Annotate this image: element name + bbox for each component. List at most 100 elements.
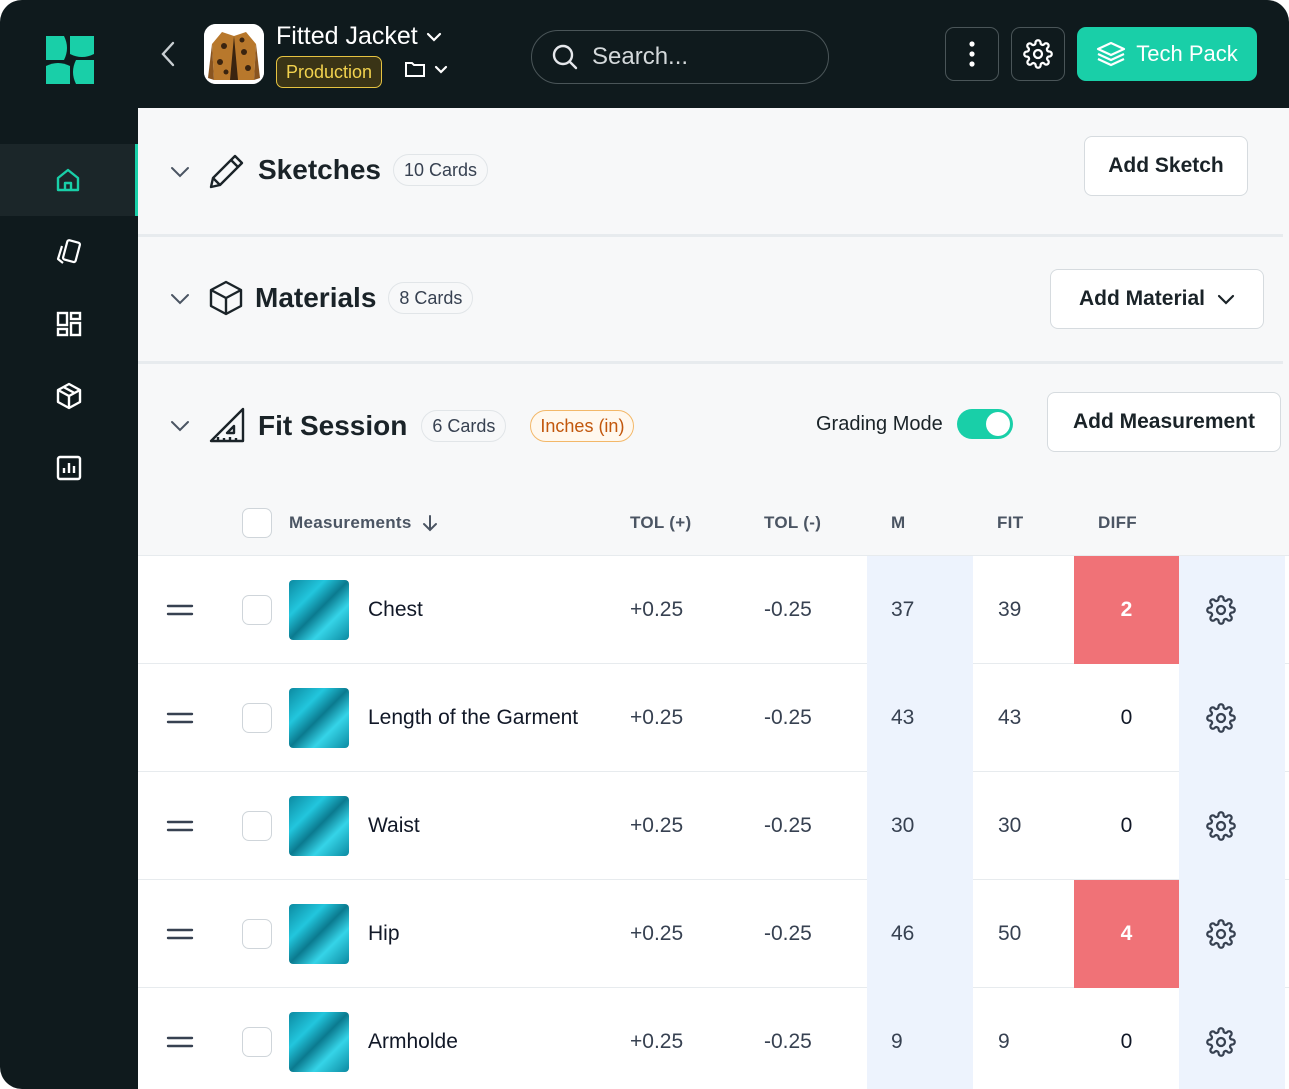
- tol-minus-value[interactable]: -0.25: [764, 664, 812, 772]
- tol-minus-value[interactable]: -0.25: [764, 556, 812, 664]
- sidebar-item-dashboard[interactable]: [0, 288, 138, 360]
- back-button[interactable]: [156, 40, 180, 68]
- drag-handle[interactable]: [166, 988, 194, 1089]
- m-value[interactable]: 9: [891, 988, 903, 1089]
- drag-handle-icon: [166, 604, 194, 616]
- table-row[interactable]: Hip +0.25 -0.25 46 50 4: [138, 880, 1289, 988]
- diff-value: 4: [1074, 880, 1179, 988]
- diff-value: 2: [1074, 556, 1179, 664]
- row-checkbox[interactable]: [242, 919, 272, 949]
- drag-handle-icon: [166, 1036, 194, 1048]
- tol-plus-value[interactable]: +0.25: [630, 772, 683, 880]
- add-measurement-label: Add Measurement: [1072, 410, 1256, 433]
- add-sketch-label: Add Sketch: [1108, 154, 1224, 177]
- table-row[interactable]: Length of the Garment +0.25 -0.25 43 43 0: [138, 664, 1289, 772]
- measurements-table: Measurements TOL (+) TOL (-) M FIT DIFF …: [138, 490, 1289, 1089]
- sidebar-item-reports[interactable]: [0, 432, 138, 504]
- add-material-button[interactable]: Add Material: [1050, 269, 1264, 329]
- search-box[interactable]: [531, 30, 829, 84]
- chevron-down-icon[interactable]: [168, 160, 192, 184]
- product-thumbnail[interactable]: [204, 24, 264, 84]
- tech-pack-button[interactable]: Tech Pack: [1077, 27, 1257, 81]
- product-title[interactable]: Fitted Jacket: [276, 22, 442, 51]
- row-settings-button[interactable]: [1206, 988, 1236, 1089]
- row-settings-button[interactable]: [1206, 664, 1236, 772]
- sidebar-item-materials[interactable]: [0, 360, 138, 432]
- row-settings-button[interactable]: [1206, 772, 1236, 880]
- add-measurement-button[interactable]: Add Measurement: [1047, 392, 1281, 452]
- chevron-down-icon[interactable]: [168, 414, 192, 438]
- fit-value[interactable]: 39: [998, 556, 1021, 664]
- tol-minus-value[interactable]: -0.25: [764, 772, 812, 880]
- measurement-thumbnail[interactable]: [289, 904, 349, 964]
- chevron-down-icon[interactable]: [168, 287, 192, 311]
- search-input[interactable]: [592, 43, 812, 71]
- sidebar-item-home[interactable]: [0, 144, 138, 216]
- materials-section: Materials 8 Cards Add Material: [138, 237, 1283, 364]
- sidebar-item-cards[interactable]: [0, 216, 138, 288]
- tol-minus-value[interactable]: -0.25: [764, 988, 812, 1089]
- measurement-name: Hip: [368, 922, 400, 945]
- tech-pack-label: Tech Pack: [1136, 41, 1238, 66]
- tol-minus-header: TOL (-): [764, 513, 822, 532]
- drag-handle-icon: [166, 712, 194, 724]
- m-value[interactable]: 46: [891, 880, 914, 988]
- m-column-bg: [867, 556, 973, 664]
- tol-plus-value[interactable]: +0.25: [630, 556, 683, 664]
- table-row[interactable]: Chest +0.25 -0.25 37 39 2: [138, 556, 1289, 664]
- measurement-name: Chest: [368, 598, 423, 621]
- sketches-count-badge: 10 Cards: [392, 154, 489, 186]
- measurement-thumbnail[interactable]: [289, 1012, 349, 1072]
- tol-plus-value[interactable]: +0.25: [630, 880, 683, 988]
- chevron-down-icon: [434, 65, 448, 74]
- drag-handle[interactable]: [166, 664, 194, 772]
- measurement-thumbnail[interactable]: [289, 796, 349, 856]
- measurement-name: Length of the Garment: [368, 706, 579, 729]
- measurements-column-header[interactable]: Measurements: [289, 490, 438, 556]
- add-sketch-button[interactable]: Add Sketch: [1084, 136, 1248, 196]
- row-checkbox[interactable]: [242, 811, 272, 841]
- tol-plus-header: TOL (+): [630, 513, 692, 532]
- tol-plus-value[interactable]: +0.25: [630, 988, 683, 1089]
- grading-mode-toggle[interactable]: [956, 409, 1013, 439]
- drag-handle[interactable]: [166, 772, 194, 880]
- table-row[interactable]: Waist +0.25 -0.25 30 30 0: [138, 772, 1289, 880]
- row-checkbox[interactable]: [242, 595, 272, 625]
- gear-icon: [1206, 595, 1236, 625]
- row-settings-button[interactable]: [1206, 880, 1236, 988]
- tol-plus-value[interactable]: +0.25: [630, 664, 683, 772]
- fit-value[interactable]: 50: [998, 880, 1021, 988]
- row-checkbox[interactable]: [242, 703, 272, 733]
- tol-minus-value[interactable]: -0.25: [764, 880, 812, 988]
- fit-session-title: Fit Session: [258, 410, 408, 441]
- measurements-header-label: Measurements: [289, 513, 412, 532]
- more-vertical-icon: [969, 41, 975, 67]
- select-all-checkbox[interactable]: [242, 508, 272, 538]
- m-value[interactable]: 37: [891, 556, 914, 664]
- grading-mode-control: Grading Mode: [816, 409, 1013, 439]
- table-row[interactable]: Armholde +0.25 -0.25 9 9 0: [138, 988, 1289, 1089]
- measurement-thumbnail[interactable]: [289, 580, 349, 640]
- drag-handle[interactable]: [166, 880, 194, 988]
- more-options-button[interactable]: [945, 27, 999, 81]
- fit-value[interactable]: 43: [998, 664, 1021, 772]
- folder-dropdown[interactable]: [404, 60, 448, 78]
- measurement-thumbnail[interactable]: [289, 688, 349, 748]
- fit-value[interactable]: 30: [998, 772, 1021, 880]
- drag-handle[interactable]: [166, 556, 194, 664]
- m-column-bg: [867, 880, 973, 988]
- m-value[interactable]: 30: [891, 772, 914, 880]
- row-settings-button[interactable]: [1206, 556, 1236, 664]
- row-checkbox[interactable]: [242, 1027, 272, 1057]
- unit-badge[interactable]: Inches (in): [530, 410, 635, 442]
- fit-value[interactable]: 9: [998, 988, 1010, 1089]
- search-icon: [552, 44, 578, 70]
- drag-handle-icon: [166, 820, 194, 832]
- status-badge[interactable]: Production: [276, 56, 383, 88]
- gear-icon: [1206, 811, 1236, 841]
- add-material-label: Add Material: [1078, 287, 1206, 310]
- measurement-name: Waist: [368, 814, 420, 837]
- table-header: Measurements TOL (+) TOL (-) M FIT DIFF: [138, 490, 1289, 556]
- m-value[interactable]: 43: [891, 664, 914, 772]
- settings-button[interactable]: [1011, 27, 1065, 81]
